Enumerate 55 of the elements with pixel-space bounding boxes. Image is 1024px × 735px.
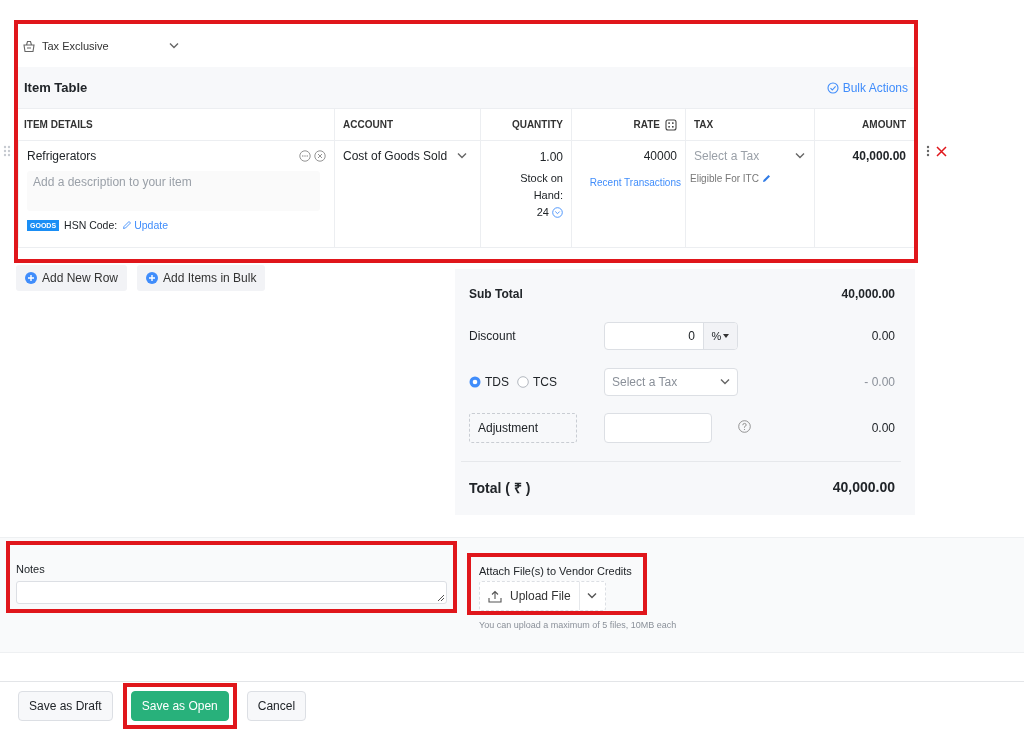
drag-handle-icon[interactable] [3,145,11,157]
adjustment-amount: 0.00 [870,421,895,435]
chevron-circle-icon[interactable] [552,207,563,218]
column-header: ACCOUNT [334,108,480,141]
action-button[interactable]: Cancel [246,691,307,721]
add-row-button[interactable]: Add Items in Bulk [137,265,266,291]
radio-icon [517,376,529,388]
notes-label: Notes [16,563,46,575]
attach-label: Attach File(s) to Vendor Credits [479,565,633,577]
total-value: 40,000.00 [832,479,895,495]
plus-circle-icon [146,272,159,284]
adjustment-label-field[interactable]: Adjustment [469,413,577,443]
sub-total-label: Sub Total [469,287,524,301]
pencil-icon[interactable] [761,174,771,183]
upload-icon [488,589,502,603]
rate-field[interactable]: 40000 [580,149,677,163]
upload-hint: You can upload a maximum of 5 files, 10MB each [478,620,677,630]
column-header: QUANTITY [480,108,571,141]
pencil-icon [122,220,133,230]
radio-option[interactable]: TDS [469,375,509,389]
total-label: Total ( ₹ ) [469,478,531,497]
action-button[interactable]: Save as Draft [18,691,113,721]
column-header: RATE [571,108,685,141]
withholding-amount: - 0.00 [863,375,895,389]
section-title: Item Table [24,80,88,95]
itc-label: Eligible For ITC [690,173,759,184]
account-dropdown[interactable]: Cost of Goods Sold [343,149,472,163]
resize-grip-icon [436,593,445,602]
add-row-button[interactable]: Add New Row [16,265,128,291]
kebab-icon[interactable] [926,145,930,157]
stock-label: Stock on Hand: [519,171,563,203]
adjustment-field[interactable] [604,413,712,443]
hsn-label: HSN Code: [64,219,118,231]
close-circle-icon[interactable] [314,150,326,162]
more-circle-icon[interactable] [299,150,311,162]
remove-icon[interactable] [936,145,947,157]
radio-option[interactable]: TCS [517,375,557,389]
column-header: ITEM DETAILS [18,108,334,141]
sub-total-value: 40,000.00 [840,287,895,301]
column-header: TAX [685,108,814,141]
discount-label: Discount [469,329,517,343]
calculator-icon[interactable] [665,118,677,131]
tax-mode-dropdown[interactable]: Tax Exclusive [22,36,180,55]
stock-value: 24 [536,205,549,220]
column-header: AMOUNT [814,108,914,141]
quantity-field[interactable]: 1.00 [489,149,563,166]
basket-icon [22,38,36,53]
item-name: Refrigerators [27,149,97,163]
check-circle-icon [826,81,839,94]
help-icon[interactable] [738,420,751,433]
plus-circle-icon [25,272,37,284]
amount-value: 40,000.00 [852,149,906,163]
discount-amount: 0.00 [870,329,895,343]
radio-icon [469,376,481,388]
notes-field[interactable] [16,581,447,604]
